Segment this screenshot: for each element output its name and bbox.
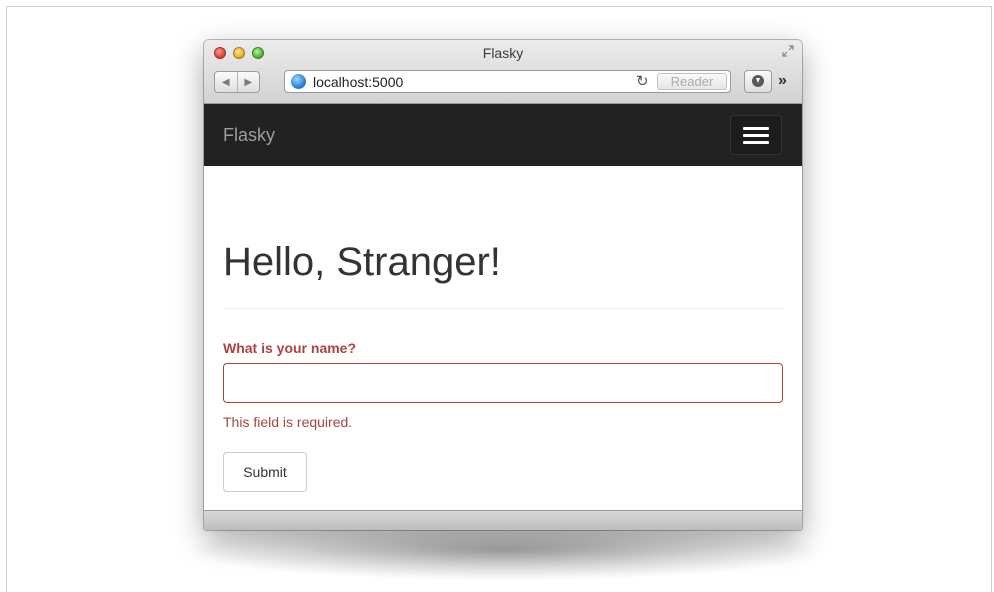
status-bar [204, 510, 802, 530]
address-bar[interactable]: localhost:5000 ↻ Reader [284, 70, 731, 93]
more-icon[interactable]: » [778, 72, 787, 90]
window-title: Flasky [482, 45, 524, 61]
url-text[interactable]: localhost:5000 [313, 74, 403, 90]
browser-window: Flasky ◀ ▶ localhost:5000 ↻ Reader » Fla… [204, 40, 802, 530]
reader-button[interactable]: Reader [657, 73, 727, 90]
navbar-toggle-button[interactable] [730, 115, 782, 155]
navbar-brand[interactable]: Flasky [223, 125, 275, 146]
fullscreen-icon[interactable] [782, 45, 794, 57]
back-icon[interactable]: ◀ [215, 72, 237, 92]
name-input[interactable] [223, 363, 783, 403]
back-forward-buttons: ◀ ▶ [214, 71, 260, 93]
site-navbar: Flasky [204, 104, 802, 166]
browser-toolbar: Flasky ◀ ▶ localhost:5000 ↻ Reader » [204, 40, 802, 104]
download-icon [752, 75, 764, 87]
page-title: Hello, Stranger! [223, 240, 501, 284]
header-divider [223, 308, 785, 309]
page-content: Hello, Stranger! What is your name? This… [204, 166, 802, 510]
submit-button[interactable]: Submit [223, 452, 307, 492]
forward-icon[interactable]: ▶ [236, 72, 260, 92]
globe-icon [291, 74, 306, 89]
hamburger-icon [743, 127, 769, 130]
hamburger-icon [743, 134, 769, 137]
reload-icon[interactable]: ↻ [636, 72, 649, 90]
downloads-button[interactable] [744, 70, 772, 93]
name-field-label: What is your name? [223, 340, 357, 356]
name-field-error: This field is required. [223, 414, 353, 430]
hamburger-icon [743, 141, 769, 144]
